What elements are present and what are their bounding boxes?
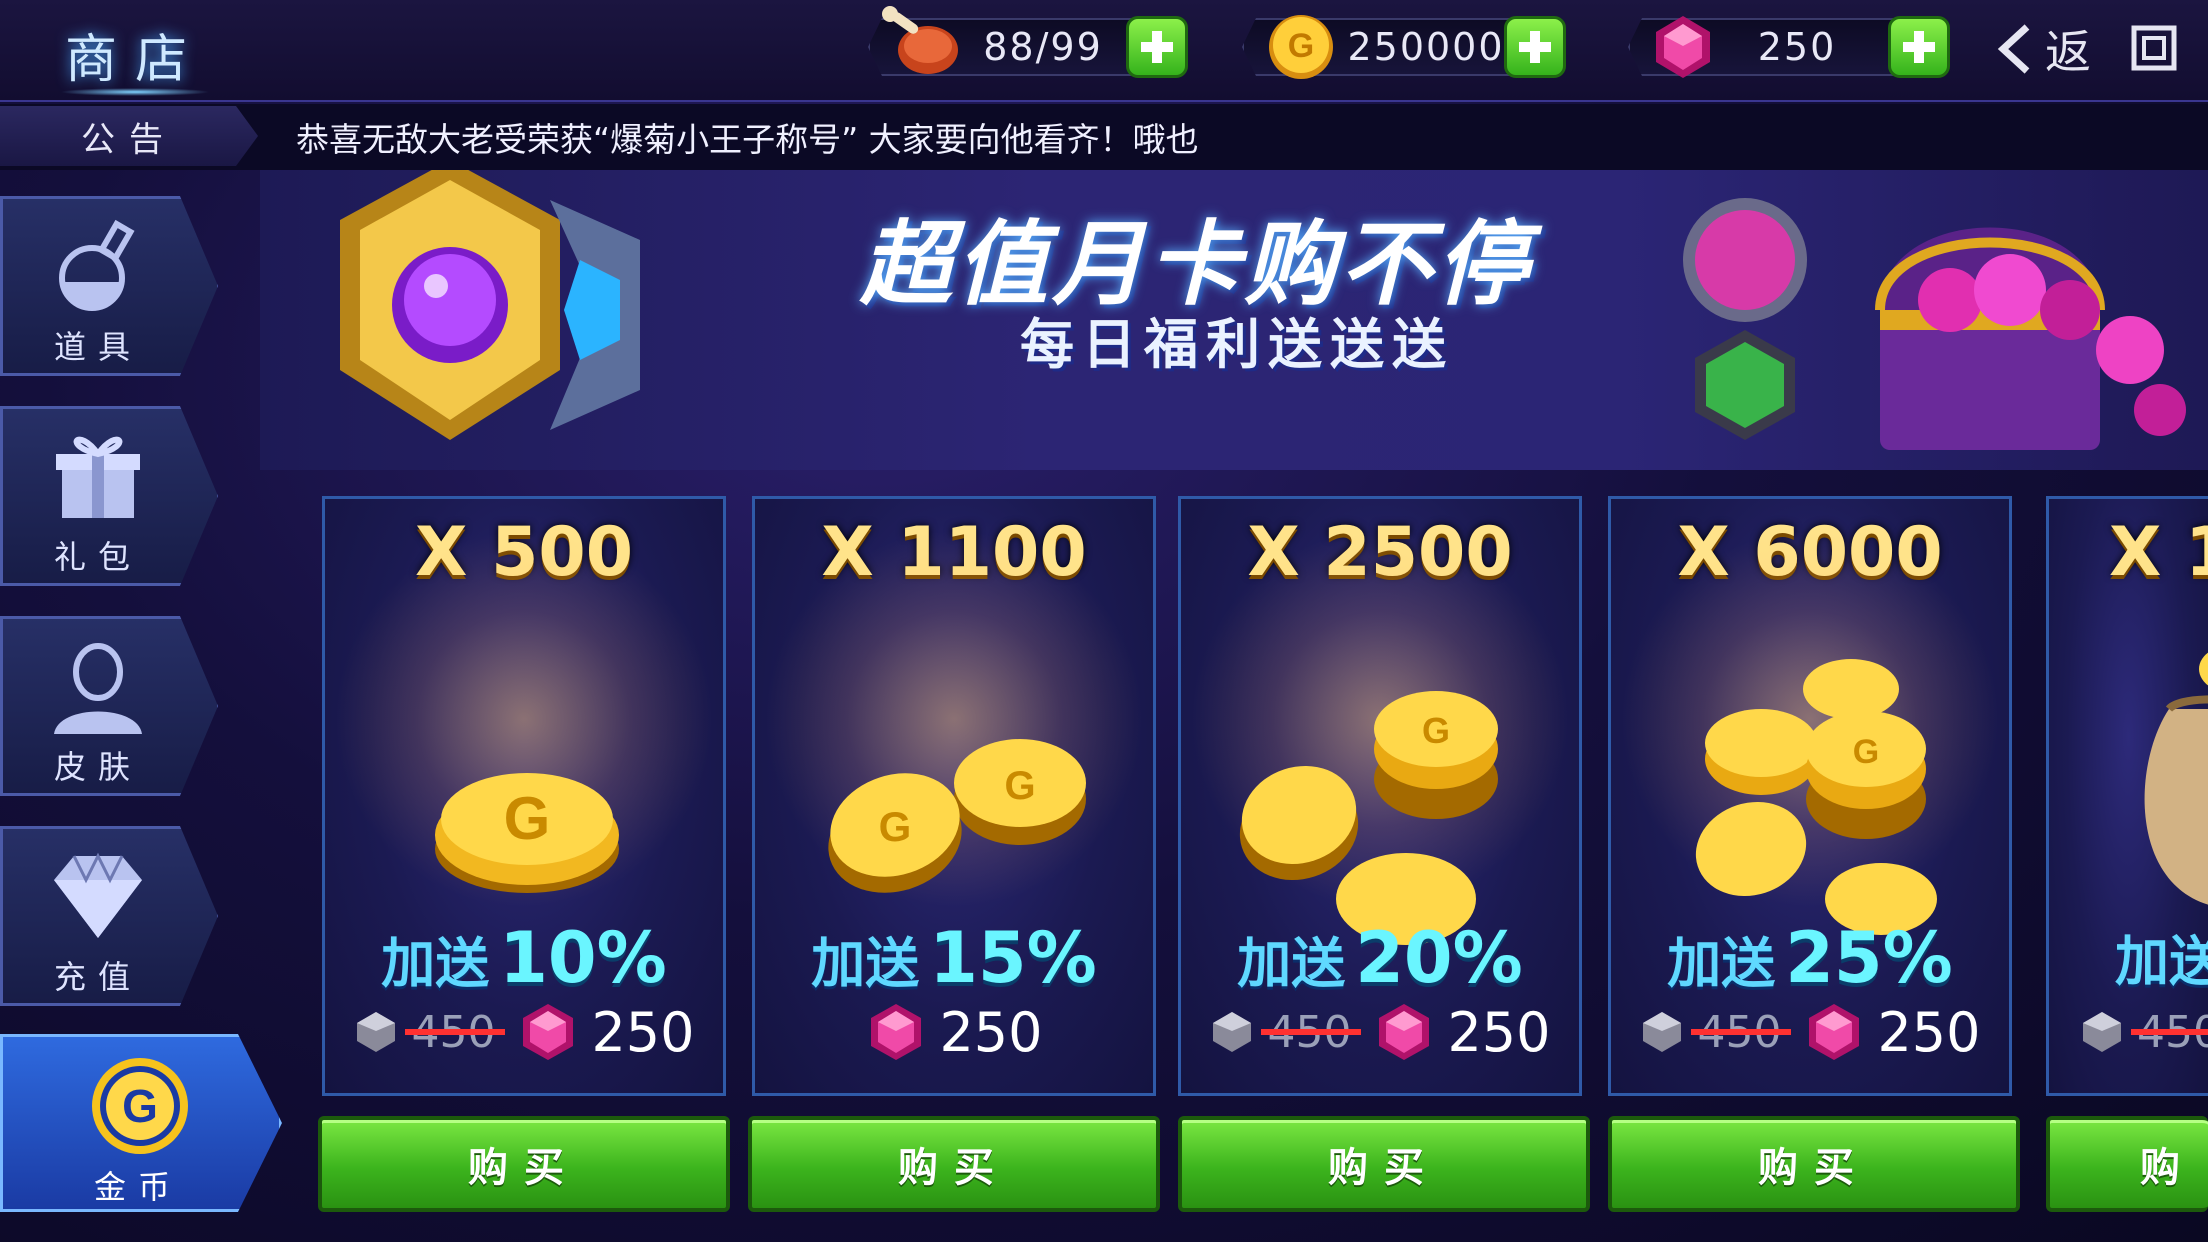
page-title: 商店 — [64, 29, 205, 90]
back-arrow-icon — [1997, 24, 2030, 74]
bonus-label: 加送 — [381, 932, 490, 995]
gem-icon — [871, 1004, 922, 1060]
price: 250 — [1447, 1000, 1551, 1064]
bonus-row: 加送 25% — [1611, 917, 2009, 999]
price-row: 450 250 — [325, 997, 723, 1067]
gray-gem-icon — [357, 1012, 396, 1052]
buy-button[interactable]: 购买 — [1178, 1116, 1590, 1212]
sidebar-item-items[interactable]: 道具 — [0, 196, 218, 376]
gold-coins-icon: G — [1695, 659, 1937, 935]
sidebar-item-label: 金币 — [93, 1168, 182, 1206]
svg-text:G: G — [504, 785, 551, 852]
gray-gem-icon — [1213, 1012, 1252, 1052]
sidebar-item-label: 皮肤 — [53, 748, 142, 786]
announcement-text: 恭喜无敌大老受荣获“爆菊小王子称号” 大家要向他看齐！哦也 — [296, 120, 1199, 159]
product-amount: X 15 — [2109, 513, 2208, 592]
add-gold-button[interactable] — [1504, 16, 1566, 78]
promo-banner[interactable]: 超值月卡购不停 每日福利送送送 — [260, 170, 2208, 470]
add-gems-button[interactable] — [1888, 16, 1950, 78]
gem-value: 250 — [1757, 25, 1837, 69]
bonus-label: 加送 — [1237, 932, 1346, 995]
gold-coins-icon: G — [1239, 691, 1498, 945]
bonus-row: 加送 10% — [325, 917, 723, 999]
bonus-percent: 10% — [499, 917, 667, 999]
gem-icon — [523, 1004, 574, 1060]
add-stamina-button[interactable] — [1126, 16, 1188, 78]
plus-icon — [1519, 31, 1551, 63]
meat-icon — [882, 6, 958, 74]
bonus-row: 加送 20% — [1181, 917, 1579, 999]
sidebar-item-label: 礼包 — [53, 538, 142, 576]
svg-text:G: G — [1853, 733, 1879, 771]
original-price: 450 — [1261, 1007, 1362, 1058]
bonus-label: 加送 — [2115, 930, 2208, 993]
plus-icon — [1903, 31, 1935, 63]
emblem-icon — [1683, 198, 1807, 440]
gift-icon — [56, 436, 140, 518]
price: 250 — [591, 1000, 695, 1064]
gold-bag-icon — [2144, 652, 2208, 905]
buy-button[interactable]: 购 — [2046, 1116, 2208, 1212]
sidebar-item-skins[interactable]: 皮肤 — [0, 616, 218, 796]
buy-button[interactable]: 购买 — [1608, 1116, 2020, 1212]
price-row: 250 — [755, 997, 1153, 1067]
medal-icon — [340, 170, 640, 440]
back-button[interactable]: 返 — [1995, 16, 2105, 82]
price-row: 450 — [2079, 997, 2208, 1067]
plus-icon — [1141, 31, 1173, 63]
price: 250 — [939, 1000, 1043, 1064]
gold-value: 250000 — [1347, 25, 1505, 69]
bonus-percent: 25% — [1785, 917, 1953, 999]
gray-gem-icon — [1643, 1012, 1682, 1052]
potion-icon — [59, 219, 135, 311]
gold-coin-icon: G — [1269, 15, 1333, 79]
bonus-percent: 15% — [929, 917, 1097, 999]
banner-subtitle: 每日福利送送送 — [1020, 313, 1454, 376]
product-card[interactable]: X 15 加送 450 — [2046, 496, 2208, 1096]
sidebar-item-recharge[interactable]: 充值 — [0, 826, 218, 1006]
product-card[interactable]: X 2500 G 加送20% 450 250 — [1178, 496, 1582, 1096]
product-card[interactable]: X 6000 G 加送25% 450 250 — [1608, 496, 2012, 1096]
svg-text:G: G — [879, 803, 912, 850]
sidebar-item-gift-packs[interactable]: 礼包 — [0, 406, 218, 586]
svg-text:G: G — [122, 1080, 158, 1132]
gold-coin-icon: G — [92, 1058, 188, 1154]
gold-coins-icon: G G — [828, 739, 1086, 893]
svg-text:G: G — [1422, 710, 1450, 751]
announcement-tag: 公告 — [0, 106, 258, 166]
svg-text:G: G — [1288, 27, 1314, 65]
gem-icon — [1379, 1004, 1430, 1060]
buy-button[interactable]: 购买 — [318, 1116, 730, 1212]
price: 250 — [1877, 1000, 1981, 1064]
buy-button[interactable]: 购买 — [748, 1116, 1160, 1212]
price-row: 450 250 — [1611, 997, 2009, 1067]
back-label: 返 — [2045, 25, 2091, 79]
gray-gem-icon — [2083, 1012, 2121, 1052]
bonus-row: 加送 15% — [755, 917, 1153, 999]
bonus-row: 加送 — [2115, 917, 2208, 996]
gold-coins-icon: G — [435, 773, 619, 893]
bonus-label: 加送 — [811, 932, 920, 995]
bonus-percent: 20% — [1355, 917, 1523, 999]
sidebar-item-gold[interactable]: G 金币 — [0, 1034, 282, 1212]
sidebar-item-label: 充值 — [53, 958, 142, 996]
bonus-label: 加送 — [1667, 932, 1776, 995]
title-glow — [60, 88, 210, 96]
treasure-chest-icon — [1875, 227, 2186, 450]
original-price: 450 — [2131, 1007, 2208, 1058]
product-card[interactable]: X 500 G 加送10% 450 250 — [322, 496, 726, 1096]
stamina-value: 88/99 — [983, 25, 1103, 69]
original-price: 450 — [1691, 1007, 1792, 1058]
svg-text:G: G — [1004, 764, 1035, 808]
diamond-icon — [54, 852, 142, 938]
avatar-icon — [54, 643, 142, 734]
gem-icon — [1809, 1004, 1860, 1060]
original-price: 450 — [405, 1007, 506, 1058]
gem-icon — [1656, 16, 1710, 78]
sidebar-item-label: 道具 — [53, 328, 142, 366]
product-card[interactable]: X 1100 G G 加送15% 250 — [752, 496, 1156, 1096]
price-row: 450 250 — [1181, 997, 1579, 1067]
home-icon[interactable] — [2130, 24, 2178, 72]
